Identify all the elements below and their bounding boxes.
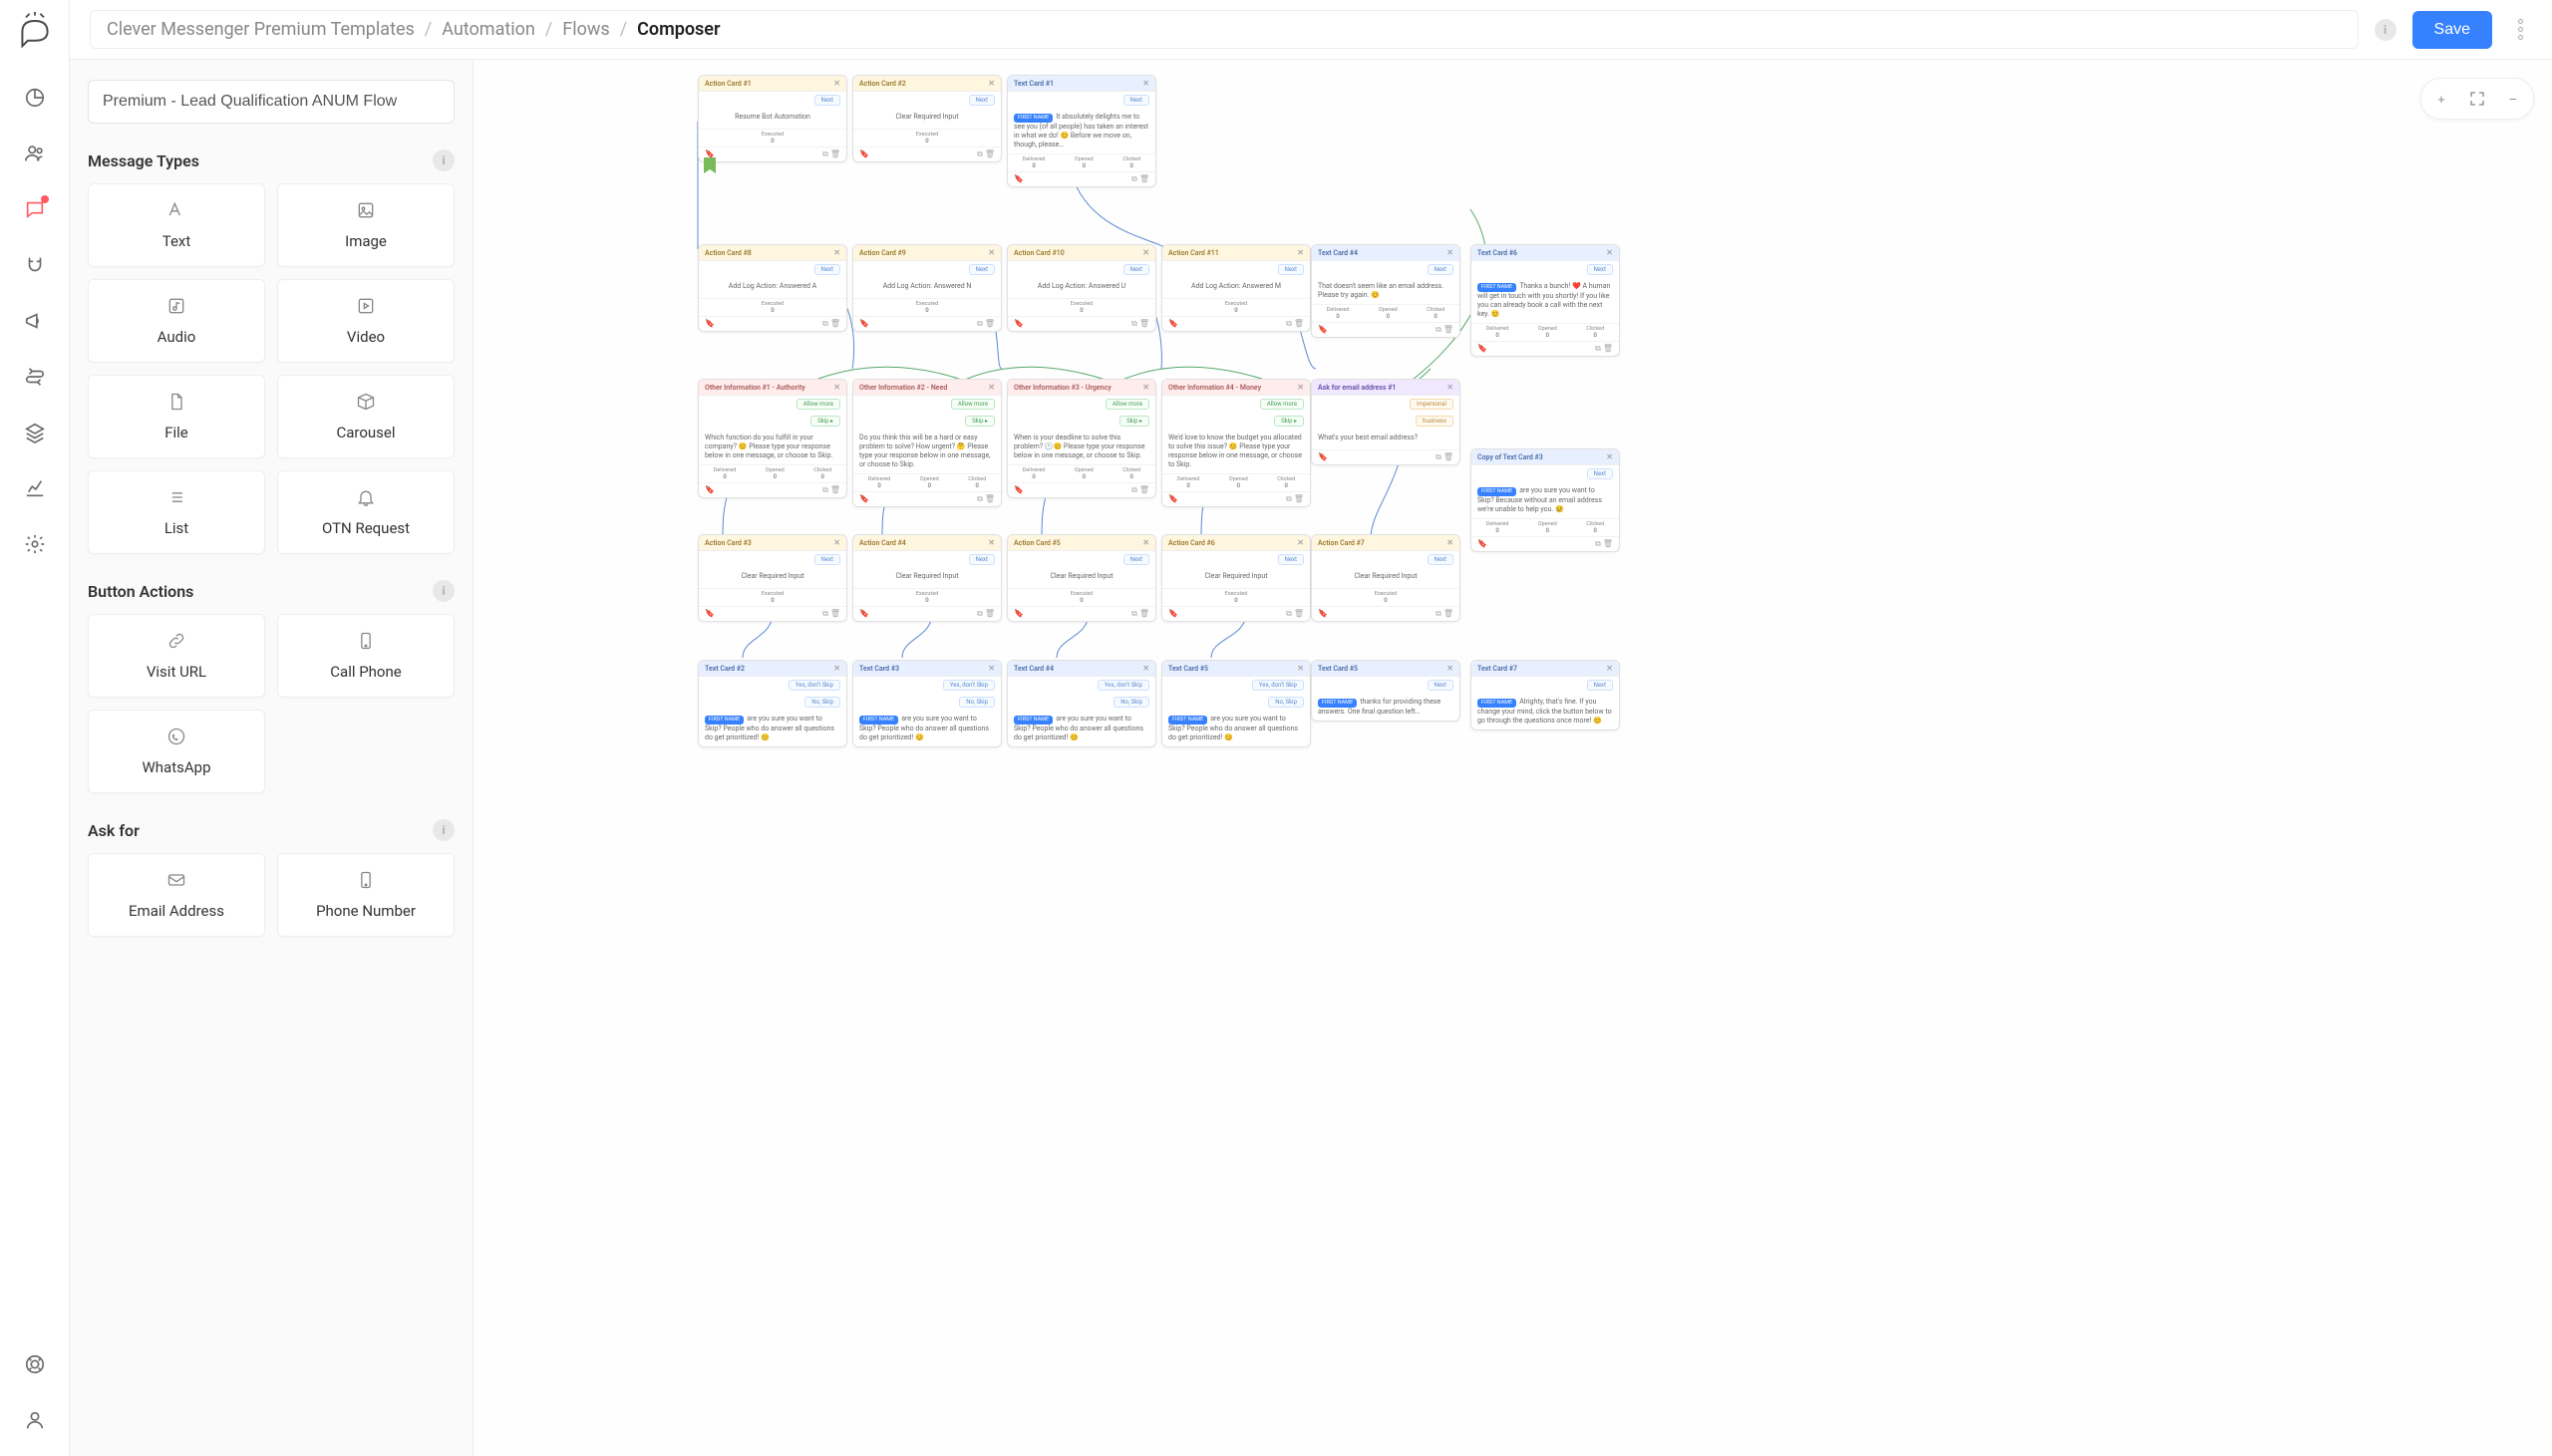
flow-node-action-card-8[interactable]: Action Card #8✕ Next Add Log Action: Ans… [698,244,847,332]
info-icon[interactable]: i [433,580,455,602]
breadcrumb-item[interactable]: Flows [562,19,609,40]
bell-icon [356,487,376,511]
palette-email[interactable]: Email Address [88,853,265,937]
start-bookmark-icon [704,157,716,173]
palette-image[interactable]: Image [277,183,455,267]
zoom-out-button[interactable]: − [2497,83,2529,115]
component-palette: Message Types i Text Image Audio Video Fi… [70,60,474,1456]
save-button[interactable]: Save [2412,11,2492,49]
palette-otn[interactable]: OTN Request [277,470,455,554]
nav-megaphone-icon[interactable] [15,301,55,341]
flow-node-copy-text-3[interactable]: Copy of Text Card #3✕ Next FIRST NAMEare… [1470,448,1620,552]
flow-node-other-info-1[interactable]: Other Information #1 - Authority✕ Allow … [698,379,847,498]
flow-node-text-card-3[interactable]: Text Card #3✕ Yes, don't Skip No, Skip F… [852,660,1002,747]
palette-file[interactable]: File [88,375,265,458]
video-icon [356,296,376,320]
info-icon[interactable]: i [433,149,455,171]
audio-icon [166,296,186,320]
palette-audio[interactable]: Audio [88,279,265,363]
close-icon[interactable]: ✕ [1142,79,1149,88]
flow-node-action-card-6[interactable]: Action Card #6✕ Next Clear Required Inpu… [1161,534,1311,622]
palette-call-phone[interactable]: Call Phone [277,614,455,698]
carousel-icon [356,392,376,416]
flow-canvas[interactable]: Action Card #1✕ Next Resume Bot Automati… [474,60,2552,1456]
zoom-fit-button[interactable] [2461,83,2493,115]
breadcrumb-item[interactable]: Clever Messenger Premium Templates [107,19,415,40]
flow-node-action-card-2[interactable]: Action Card #2✕ Next Clear Required Inpu… [852,75,1002,162]
text-icon [166,200,186,224]
nav-chat-icon[interactable] [15,189,55,229]
flow-node-action-card-11[interactable]: Action Card #11✕ Next Add Log Action: An… [1161,244,1311,332]
nav-analytics-icon[interactable] [15,468,55,508]
left-navigation-rail [0,0,70,1456]
info-icon[interactable]: i [433,819,455,841]
zoom-in-button[interactable]: + [2425,83,2457,115]
flow-node-text-card-5b[interactable]: Text Card #5✕ Next FIRST NAMEthanks for … [1311,660,1460,722]
whatsapp-icon [166,727,186,750]
palette-phone-number[interactable]: Phone Number [277,853,455,937]
top-bar: Clever Messenger Premium Templates / Aut… [70,0,2552,60]
nav-magnet-icon[interactable] [15,245,55,285]
info-icon[interactable]: i [2375,19,2396,41]
flow-node-action-card-5[interactable]: Action Card #5✕ Next Clear Required Inpu… [1007,534,1156,622]
file-icon [166,392,186,416]
nav-automation-icon[interactable] [15,357,55,397]
nav-layers-icon[interactable] [15,413,55,452]
flow-node-text-card-4[interactable]: Text Card #4✕ Next That doesn't seem lik… [1311,244,1460,338]
zoom-controls: + − [2420,78,2534,120]
flow-node-ask-email[interactable]: Ask for email address #1✕ Impersonal bus… [1311,379,1460,465]
flow-node-action-card-9[interactable]: Action Card #9✕ Next Add Log Action: Ans… [852,244,1002,332]
flow-node-text-card-6[interactable]: Text Card #6✕ Next FIRST NAMEThanks a bu… [1470,244,1620,357]
flow-node-action-card-7[interactable]: Action Card #7✕ Next Clear Required Inpu… [1311,534,1460,622]
flow-node-text-card-4b[interactable]: Text Card #4✕ Yes, don't Skip No, Skip F… [1007,660,1156,747]
link-icon [166,631,186,655]
palette-list[interactable]: List [88,470,265,554]
close-icon[interactable]: ✕ [833,79,840,88]
flow-node-action-card-3[interactable]: Action Card #3✕ Next Clear Required Inpu… [698,534,847,622]
section-button-actions: Button Actions [88,582,193,601]
flow-node-text-card-2[interactable]: Text Card #2✕ Yes, don't Skip No, Skip F… [698,660,847,747]
palette-whatsapp[interactable]: WhatsApp [88,710,265,793]
flow-node-other-info-4[interactable]: Other Information #4 - Money✕ Allow more… [1161,379,1311,507]
app-logo [17,12,53,48]
copy-icon[interactable]: ⧉ 🗑 [822,149,840,159]
email-icon [166,870,186,894]
image-icon [356,200,376,224]
palette-text[interactable]: Text [88,183,265,267]
more-options-button[interactable] [2508,15,2532,45]
nav-settings-icon[interactable] [15,524,55,564]
list-icon [166,487,186,511]
flow-node-action-card-10[interactable]: Action Card #10✕ Next Add Log Action: An… [1007,244,1156,332]
nav-help-icon[interactable] [15,1344,55,1384]
palette-carousel[interactable]: Carousel [277,375,455,458]
nav-profile-icon[interactable] [15,1400,55,1440]
close-icon[interactable]: ✕ [833,248,840,257]
flow-node-action-card-1[interactable]: Action Card #1✕ Next Resume Bot Automati… [698,75,847,162]
breadcrumb: Clever Messenger Premium Templates / Aut… [90,10,2359,49]
phone-icon [356,870,376,894]
flow-name-input[interactable] [88,80,455,124]
nav-people-icon[interactable] [15,134,55,173]
bookmark-icon[interactable]: 🔖 [1014,174,1024,184]
flow-node-other-info-2[interactable]: Other Information #2 - Need✕ Allow more … [852,379,1002,507]
section-message-types: Message Types [88,151,199,170]
flow-node-text-card-5[interactable]: Text Card #5✕ Yes, don't Skip No, Skip F… [1161,660,1311,747]
breadcrumb-item[interactable]: Automation [442,19,535,40]
nav-dashboard-icon[interactable] [15,78,55,118]
close-icon[interactable]: ✕ [988,79,995,88]
palette-visit-url[interactable]: Visit URL [88,614,265,698]
phone-icon [356,631,376,655]
copy-icon[interactable]: ⧉ 🗑 [977,149,995,159]
section-ask-for: Ask for [88,821,140,840]
bookmark-icon[interactable]: 🔖 [859,149,869,159]
copy-icon[interactable]: ⧉ 🗑 [1131,174,1149,184]
flow-node-action-card-4[interactable]: Action Card #4✕ Next Clear Required Inpu… [852,534,1002,622]
breadcrumb-item-current: Composer [637,19,720,40]
flow-node-text-card-7[interactable]: Text Card #7✕ Next FIRST NAMEAlrighty, t… [1470,660,1620,730]
palette-video[interactable]: Video [277,279,455,363]
flow-node-text-card-1[interactable]: Text Card #1✕ Next FIRST NAMEIt absolute… [1007,75,1156,187]
flow-node-other-info-3[interactable]: Other Information #3 - Urgency✕ Allow mo… [1007,379,1156,498]
